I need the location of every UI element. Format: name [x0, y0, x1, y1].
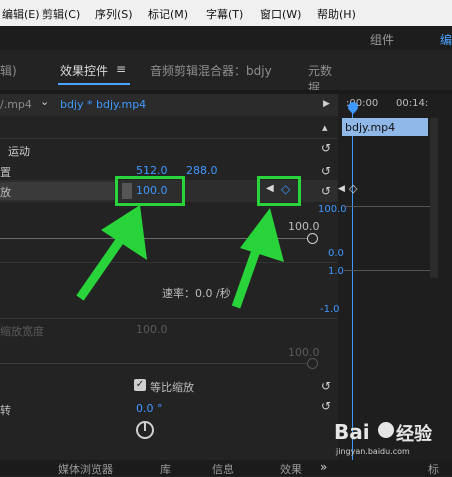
tab-library[interactable]: 库	[160, 461, 171, 477]
more-tabs-icon[interactable]: »	[320, 460, 327, 474]
watermark-url: jingyan.baidu.com	[336, 447, 410, 456]
watermark-brand: Bai	[334, 420, 370, 444]
paw-icon	[378, 422, 394, 438]
annotation-arrows	[76, 205, 284, 309]
tab-media-browser[interactable]: 媒体浏览器	[58, 461, 113, 477]
watermark: Bai 经验 jingyan.baidu.com	[334, 420, 446, 464]
annotation-arrowhead-right	[240, 208, 284, 262]
watermark-brand-cn: 经验	[396, 424, 432, 445]
tab-effects[interactable]: 效果	[280, 461, 302, 477]
tab-info[interactable]: 信息	[212, 461, 234, 477]
